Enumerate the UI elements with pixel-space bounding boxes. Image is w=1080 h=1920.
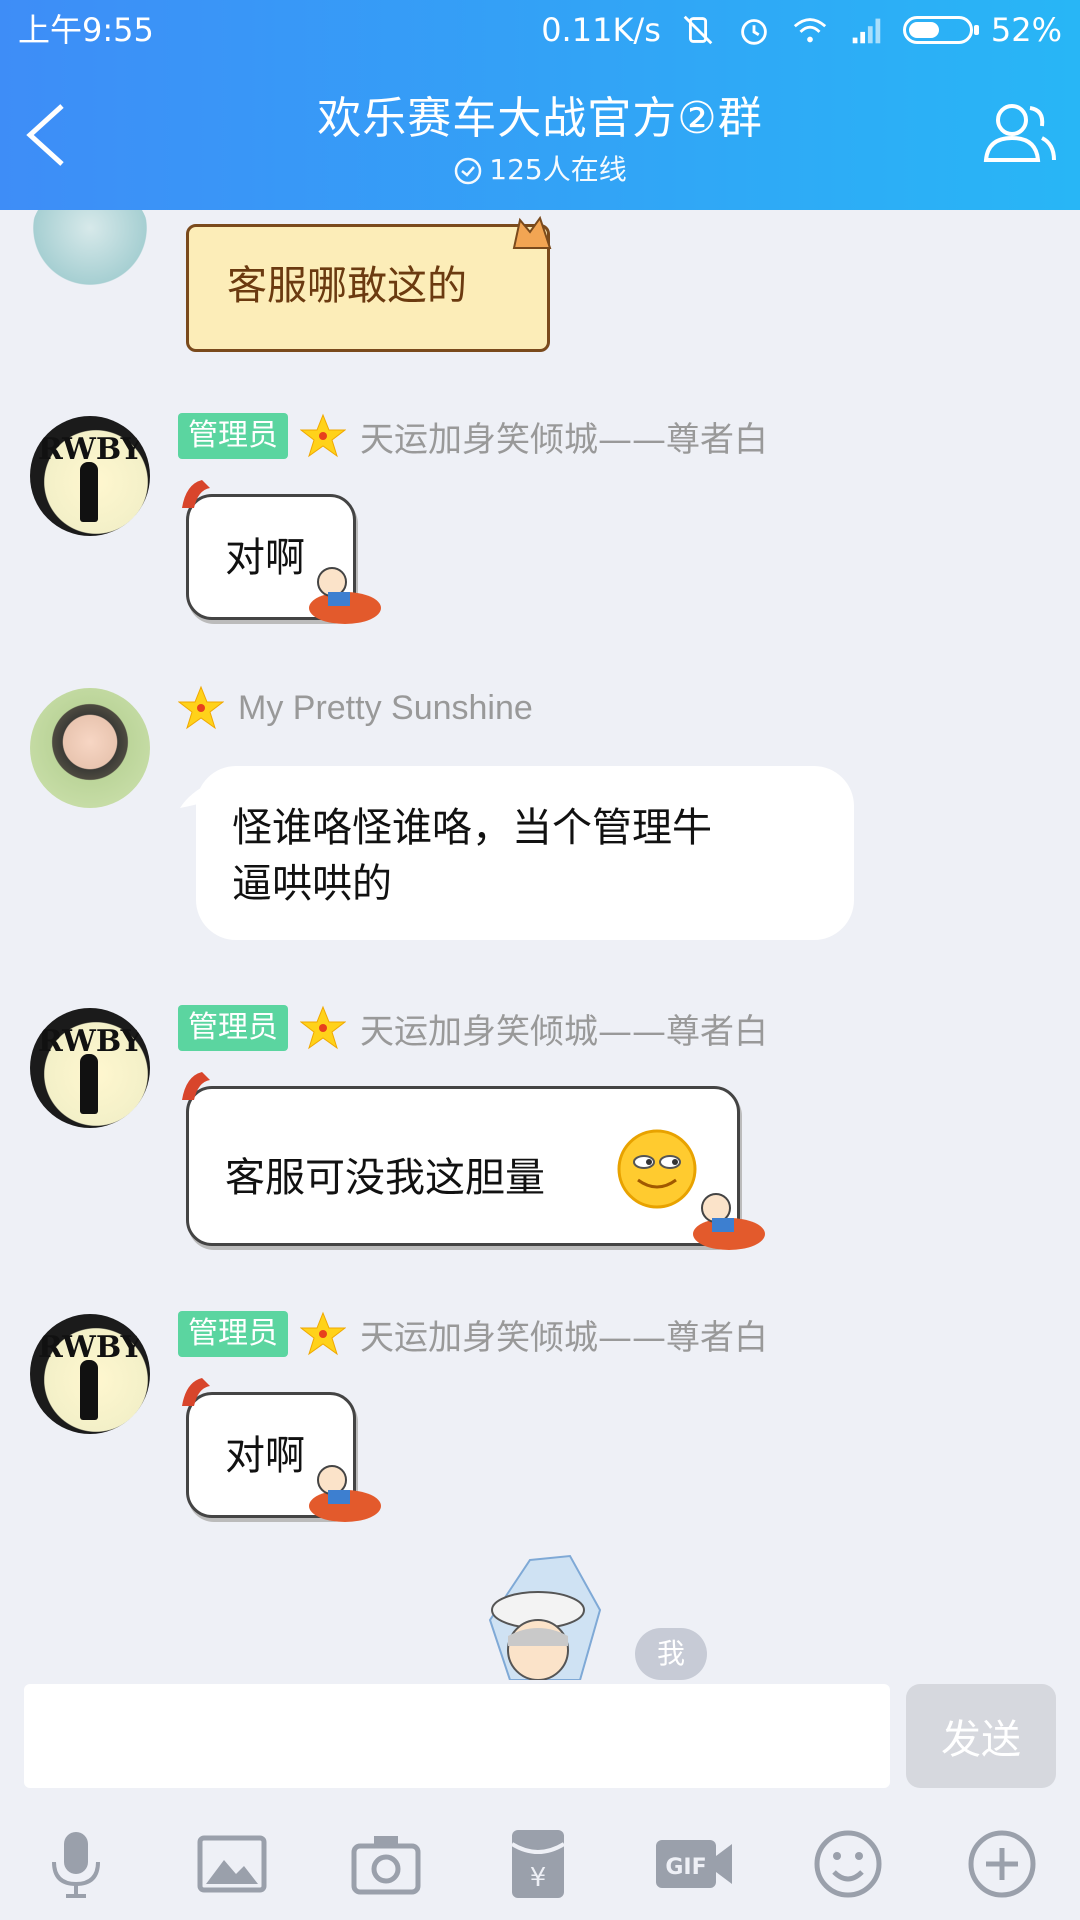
- input-row: 发送: [0, 1680, 1080, 1800]
- avatar[interactable]: RWBY: [30, 1008, 150, 1128]
- self-avatar-sticker[interactable]: [460, 1550, 640, 1680]
- star-icon: [300, 413, 346, 458]
- message-list[interactable]: 客服哪敢这的 RWBY 管理员 天运加身笑倾城——尊者白 对啊 My Prett…: [0, 210, 1080, 1680]
- voice-button[interactable]: [38, 1826, 114, 1902]
- sender-meta: 管理员 天运加身笑倾城——尊者白: [178, 412, 768, 460]
- group-title: 欢乐赛车大战官方②群: [317, 93, 763, 144]
- sender-meta: 管理员 天运加身笑倾城——尊者白: [178, 1310, 768, 1358]
- camera-icon: [351, 1836, 421, 1895]
- lobster-sticker-icon: [309, 567, 381, 624]
- star-icon: [178, 685, 224, 730]
- star-icon: [300, 1005, 346, 1050]
- message-input[interactable]: [24, 1684, 890, 1788]
- vibrate-mute-icon: [683, 15, 713, 45]
- signal-icon: [852, 18, 881, 44]
- sender-name[interactable]: 天运加身笑倾城——尊者白: [360, 1004, 768, 1053]
- message-text-line: 逼哄哄的: [232, 861, 392, 907]
- status-time: 上午9:55: [18, 11, 154, 49]
- clock-icon: [455, 157, 482, 185]
- gif-button[interactable]: GIF: [652, 1826, 736, 1902]
- alarm-icon: [741, 19, 767, 45]
- message-bubble[interactable]: 客服哪敢这的: [186, 224, 550, 352]
- svg-text:GIF: GIF: [665, 1855, 706, 1880]
- message-text-line: 怪谁咯怪谁咯，当个管理牛: [232, 805, 712, 851]
- admin-badge: 管理员: [178, 1311, 288, 1357]
- members-icon: [983, 104, 1056, 162]
- network-speed: 0.11K/s: [541, 11, 661, 49]
- status-right: 0.11K/s 52%: [541, 0, 1062, 60]
- emoji-icon: [814, 1830, 882, 1898]
- admin-badge: 管理员: [178, 1005, 288, 1051]
- online-count: 125人在线: [0, 148, 1080, 188]
- lobster-claw-icon: [182, 480, 210, 508]
- avatar[interactable]: RWBY: [30, 1314, 150, 1434]
- sender-name[interactable]: 天运加身笑倾城——尊者白: [360, 1310, 768, 1359]
- camera-button[interactable]: [348, 1826, 424, 1902]
- avatar[interactable]: [30, 210, 150, 300]
- cat-sticker-icon: [512, 215, 552, 249]
- message-bubble[interactable]: 怪谁咯怪谁咯，当个管理牛 逼哄哄的: [196, 766, 854, 940]
- wifi-icon: [793, 18, 827, 43]
- more-button[interactable]: [964, 1826, 1040, 1902]
- battery-percent: 52%: [990, 11, 1062, 49]
- image-button[interactable]: [194, 1826, 270, 1902]
- image-icon: [197, 1835, 267, 1893]
- avatar[interactable]: RWBY: [30, 416, 150, 536]
- chat-header: 上午9:55 0.11K/s 52% 欢乐赛车大战官方②群 125人在线: [0, 0, 1080, 210]
- sender-meta: My Pretty Sunshine: [178, 684, 533, 732]
- send-button[interactable]: 发送: [906, 1684, 1056, 1788]
- sender-name[interactable]: 天运加身笑倾城——尊者白: [360, 412, 768, 461]
- message-text: 对啊: [225, 535, 305, 581]
- lobster-claw-icon: [182, 1378, 210, 1406]
- red-packet-button[interactable]: ¥: [500, 1826, 576, 1902]
- lobster-sticker-icon: [693, 1193, 765, 1250]
- self-tag: 我: [635, 1628, 707, 1680]
- lobster-sticker-icon: [309, 1465, 381, 1522]
- plus-icon: [968, 1830, 1036, 1898]
- star-icon: [300, 1311, 346, 1356]
- bubble-tail: [180, 782, 212, 808]
- message-text: 客服哪敢这的: [227, 263, 467, 309]
- message-text: 对啊: [225, 1433, 305, 1479]
- message-text: 客服可没我这胆量: [225, 1155, 545, 1201]
- microphone-icon: [52, 1832, 100, 1898]
- online-count-text: 125人在线: [489, 153, 627, 186]
- group-members-button[interactable]: [978, 98, 1058, 168]
- sender-name[interactable]: My Pretty Sunshine: [238, 689, 533, 728]
- admin-badge: 管理员: [178, 413, 288, 459]
- avatar[interactable]: [30, 688, 150, 808]
- sender-meta: 管理员 天运加身笑倾城——尊者白: [178, 1004, 768, 1052]
- emoji-button[interactable]: [810, 1826, 886, 1902]
- battery-icon: [902, 16, 979, 44]
- svg-text:¥: ¥: [530, 1863, 547, 1893]
- lobster-claw-icon: [182, 1072, 210, 1100]
- gif-icon: GIF: [656, 1840, 732, 1888]
- status-bar: 上午9:55 0.11K/s 52%: [0, 0, 1080, 60]
- chat-toolbar: ¥ GIF: [0, 1800, 1080, 1920]
- red-packet-icon: ¥: [510, 1830, 566, 1898]
